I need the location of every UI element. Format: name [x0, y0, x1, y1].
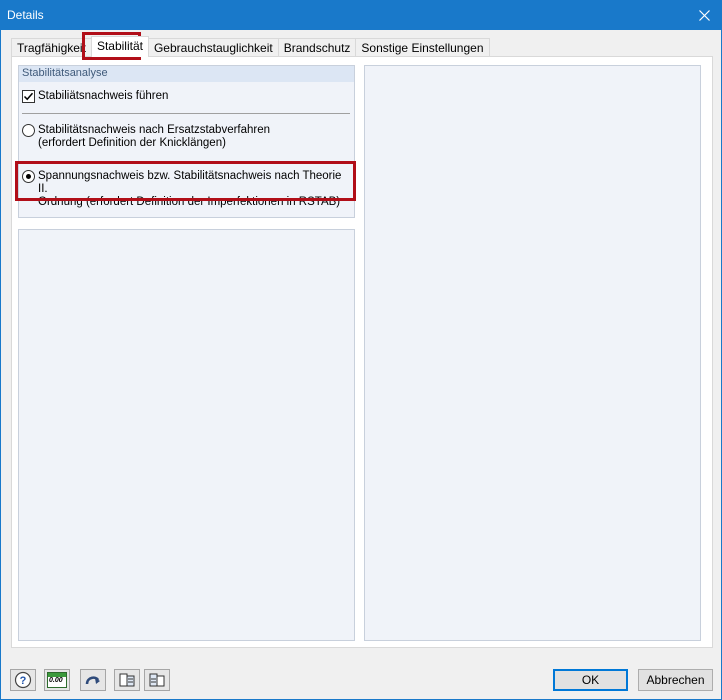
equivalent-member-radio[interactable] — [22, 124, 35, 137]
tab-stabilitaet[interactable]: Stabilität — [90, 36, 149, 57]
import-button[interactable] — [144, 669, 170, 691]
checkmark-icon — [23, 92, 34, 101]
left-lower-panel — [18, 229, 355, 641]
tab-sonstige-einstellungen[interactable]: Sonstige Einstellungen — [355, 38, 490, 57]
cancel-button[interactable]: Abbrechen — [638, 669, 713, 691]
tab-brandschutz[interactable]: Brandschutz — [277, 38, 357, 57]
perform-stability-label: Stabiliätsnachweis führen — [38, 90, 169, 102]
tab-strip: Tragfähigkeit Stabilität Gebrauchstaugli… — [11, 36, 490, 57]
equivalent-member-label: Stabilitätsnachweis nach Ersatzstabverfa… — [38, 124, 270, 150]
close-button[interactable] — [687, 1, 721, 30]
option2-line2: Ordnung (erfordert Definition der Imperf… — [38, 196, 341, 208]
help-button[interactable]: ? — [10, 669, 36, 691]
second-order-option[interactable]: Spannungsnachweis bzw. Stabilitätsnachwe… — [22, 170, 354, 209]
title-bar: Details — [1, 1, 721, 30]
tab-gebrauchstauglichkeit[interactable]: Gebrauchstauglichkeit — [147, 38, 279, 57]
option1-line1: Stabilitätsnachweis nach Ersatzstabverfa… — [38, 124, 271, 136]
import-icon — [149, 673, 165, 687]
perform-stability-checkbox[interactable] — [22, 90, 35, 103]
tab-content: Stabilitätsanalyse Stabiliätsnachweis fü… — [11, 56, 713, 648]
export-button[interactable] — [114, 669, 140, 691]
ok-button[interactable]: OK — [553, 669, 628, 691]
help-icon: ? — [14, 671, 32, 689]
stability-analysis-panel: Stabilitätsanalyse Stabiliätsnachweis fü… — [18, 65, 355, 218]
close-icon — [698, 10, 710, 21]
reset-button[interactable] — [80, 669, 106, 691]
units-icon: 0.00 — [47, 672, 67, 688]
right-panel — [364, 65, 701, 641]
redo-arrow-icon — [85, 676, 100, 685]
separator — [22, 113, 350, 114]
window-title: Details — [7, 8, 44, 22]
units-label: 0.00 — [49, 677, 63, 684]
units-button[interactable]: 0.00 — [44, 669, 70, 691]
bottom-bar: ? 0.00 OK Abbrechen — [1, 661, 721, 700]
details-dialog: Details Tragfähigkeit Stabilität Gebrauc… — [0, 0, 722, 700]
section-header: Stabilitätsanalyse — [19, 66, 354, 82]
second-order-radio[interactable] — [22, 170, 35, 183]
svg-text:?: ? — [20, 675, 27, 687]
second-order-label: Spannungsnachweis bzw. Stabilitätsnachwe… — [38, 170, 354, 209]
option1-line2: (erfordert Definition der Knicklängen) — [38, 137, 226, 149]
option2-line1: Spannungsnachweis bzw. Stabilitätsnachwe… — [38, 170, 342, 195]
tab-tragfaehigkeit[interactable]: Tragfähigkeit — [11, 38, 92, 57]
equivalent-member-option[interactable]: Stabilitätsnachweis nach Ersatzstabverfa… — [22, 124, 270, 150]
perform-stability-check-option[interactable]: Stabiliätsnachweis führen — [22, 90, 168, 103]
export-icon — [119, 673, 135, 687]
